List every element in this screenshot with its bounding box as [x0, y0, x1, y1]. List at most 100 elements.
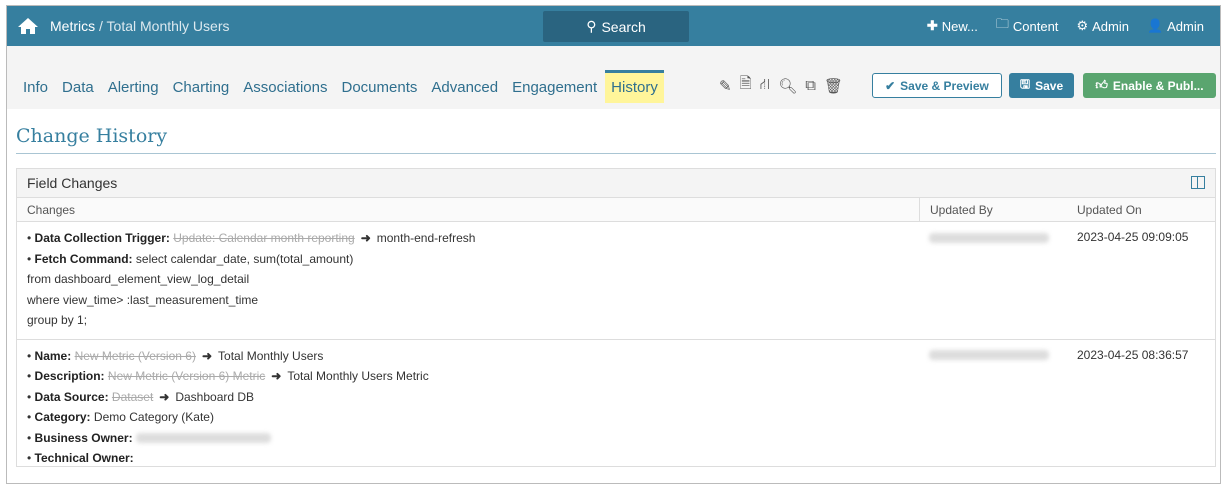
edit-icon[interactable]: ✎: [719, 77, 732, 95]
text: Dashboard DB: [175, 389, 255, 404]
text: Description:: [34, 369, 105, 383]
save-button[interactable]: 🖫 Save: [1009, 73, 1074, 98]
search-icon[interactable]: 🔍︎: [778, 77, 797, 95]
columns-icon[interactable]: [1191, 176, 1205, 189]
hierarchy-icon[interactable]: ⛙: [760, 76, 771, 95]
fetch-line: select calendar_date, sum(total_amount): [135, 251, 354, 266]
text: Demo Category (Kate): [93, 410, 214, 424]
text: • Category: Demo Category (Kate): [27, 409, 919, 430]
column-updated-on[interactable]: Updated On: [1067, 198, 1215, 221]
tab-advanced[interactable]: Advanced: [425, 70, 504, 103]
breadcrumb-separator: /: [95, 18, 107, 34]
column-changes[interactable]: Changes: [17, 198, 919, 221]
text: Data Source:: [34, 389, 109, 404]
text: • Data Source: Dataset ➜ Dashboard DB: [27, 389, 919, 410]
save-preview-label: Save & Preview: [900, 78, 989, 93]
arrow-icon: ➜: [271, 369, 282, 383]
tab-engagement[interactable]: Engagement: [506, 70, 603, 103]
new-value: month-end-refresh: [376, 231, 476, 245]
text: New Metric (Version 6): [74, 348, 196, 363]
user-menu[interactable]: 👤 Admin: [1147, 18, 1204, 34]
text: Technical Owner:: [34, 451, 134, 465]
admin-settings-label: Admin: [1092, 18, 1129, 34]
panel-title: Field Changes: [27, 175, 118, 191]
app-window: Metrics / Total Monthly Users ⚲ Search ✚ N…: [6, 5, 1221, 484]
document-icon[interactable]: 🗎: [740, 73, 752, 98]
tab-history[interactable]: History: [605, 70, 664, 103]
old-value: Update: Calendar month reporting: [173, 231, 355, 245]
tab-associations[interactable]: Associations: [237, 70, 333, 103]
text: •: [27, 251, 35, 266]
table-row: • Data Collection Trigger: Update: Calen…: [17, 222, 1215, 340]
thumbs-up-icon: 👍︎: [1095, 78, 1108, 92]
text: Name:: [34, 348, 72, 363]
text: Info Data Alerting Charting Associations…: [17, 70, 666, 103]
search-icon: ⚲: [586, 18, 597, 34]
tab-charting[interactable]: Charting: [167, 70, 236, 103]
floppy-icon: 🖫: [1019, 77, 1031, 91]
breadcrumb-current: Total Monthly Users: [106, 18, 230, 34]
folder-icon: 🗀: [995, 16, 1009, 31]
save-preview-button[interactable]: ✔ Save & Preview: [872, 73, 1002, 98]
divider: [16, 153, 1216, 154]
field-label: Fetch Command:: [34, 251, 133, 266]
text: { "header":{"crumb_root":"Metrics","crum…: [0, 0, 1227, 488]
text: • Fetch Command: select calendar_date, s…: [27, 251, 919, 272]
tab-documents[interactable]: Documents: [336, 70, 424, 103]
text: • Technical Owner:: [27, 450, 919, 471]
text: Dataset: [111, 389, 154, 404]
redacted-user: [929, 350, 1049, 361]
updated-on: 2023-04-25 09:09:05: [1077, 230, 1189, 244]
save-label: Save: [1035, 78, 1064, 93]
table-header: Changes Updated By Updated On: [17, 198, 1215, 222]
content-label: Content: [1012, 18, 1059, 34]
table-row: • Name: New Metric (Version 6) ➜ Total Mon…: [17, 340, 1215, 477]
new-label: New...: [941, 18, 978, 34]
text: •: [27, 348, 35, 363]
admin-settings-menu[interactable]: ⚙ Admin: [1076, 18, 1129, 34]
text: •: [27, 389, 35, 404]
text: Category:: [34, 410, 91, 424]
search-label: Search: [601, 18, 646, 35]
text: Field Changes: [17, 169, 1215, 198]
enable-publish-button[interactable]: 👍︎ Enable & Publ...: [1083, 73, 1216, 98]
redacted-owner: [135, 433, 271, 444]
check-icon: ✔: [885, 78, 896, 93]
text: [919, 340, 1067, 477]
text: ✚ New... 🗀 Content ⚙ Admin 👤 Admin: [927, 6, 1220, 46]
text: •: [27, 451, 35, 465]
home-icon[interactable]: [17, 17, 39, 35]
content-menu[interactable]: 🗀 Content: [996, 15, 1059, 37]
tab-alerting[interactable]: Alerting: [102, 70, 165, 103]
tab-data[interactable]: Data: [56, 70, 100, 103]
text: • Data Collection Trigger: Update: Calen…: [27, 230, 919, 251]
trash-icon[interactable]: 🗑︎: [824, 77, 843, 95]
breadcrumb-metrics[interactable]: Metrics: [50, 18, 95, 34]
text: New Metric (Version 6) Metric: [107, 369, 266, 383]
enable-label: Enable & Publ...: [1112, 78, 1204, 93]
redacted-user: [929, 232, 1049, 243]
text: [18, 18, 38, 34]
page-title: Change History: [16, 125, 168, 147]
column-updated-by[interactable]: Updated By: [919, 198, 1067, 221]
search-button[interactable]: ⚲ Search: [543, 11, 689, 42]
text: • Business Owner:: [27, 430, 919, 451]
text: [919, 222, 1067, 339]
tab-info[interactable]: Info: [17, 70, 54, 103]
arrow-icon: ➜: [201, 348, 213, 363]
user-label: Admin: [1167, 18, 1204, 34]
field-changes-panel: Field Changes Changes Updated By Updated…: [16, 168, 1216, 467]
text: ✎ 🗎 ⛙ 🔍︎ ⧉ 🗑︎: [719, 73, 843, 98]
user-icon: 👤: [1146, 18, 1164, 33]
arrow-icon: ➜: [159, 389, 170, 404]
fetch-line: group by 1;: [27, 313, 88, 327]
copy-icon[interactable]: ⧉: [805, 77, 816, 94]
text: • Name: New Metric (Version 6) ➜ Total Mon…: [27, 348, 919, 369]
text: • Name: New Metric (Version 6) ➜ Total Mon…: [17, 340, 919, 477]
text: Total Monthly Users: [218, 348, 324, 363]
text: • Description: New Metric (Version 6) Me…: [27, 368, 919, 389]
fetch-line: from dashboard_element_view_log_detail: [27, 272, 250, 286]
plus-icon: ✚: [926, 18, 938, 33]
new-menu[interactable]: ✚ New...: [927, 18, 978, 34]
top-bar: Metrics / Total Monthly Users ⚲ Search ✚ N…: [7, 6, 1220, 46]
